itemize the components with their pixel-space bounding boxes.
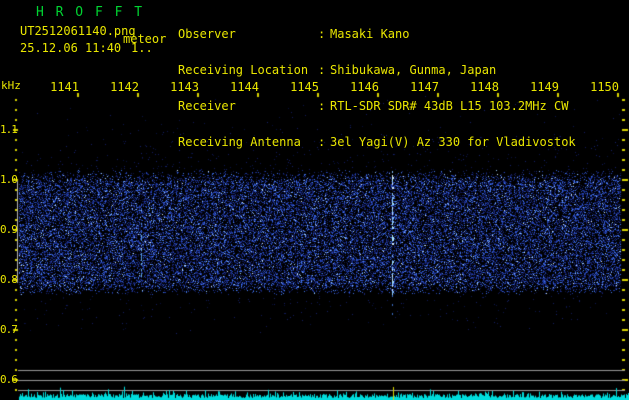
y-axis-unit: kHz <box>1 79 21 92</box>
datetime-label: 25.12.06 11:40 <box>20 41 122 55</box>
info-row-observer: Observer: Masaki Kano <box>178 28 576 40</box>
y-tick-label: 0.9 <box>0 223 18 236</box>
info-value: RTL-SDR SDR# 43dB L15 103.2MHz CW <box>330 99 569 113</box>
x-tick-label: 1150 <box>590 80 619 94</box>
x-tick-label: 1147 <box>410 80 439 94</box>
info-separator: : <box>318 27 326 41</box>
x-tick-label: 1144 <box>230 80 259 94</box>
y-tick-label: 1.1 <box>0 123 18 136</box>
info-label: Receiving Antenna <box>178 135 301 149</box>
x-tick-label: 1142 <box>110 80 139 94</box>
info-separator: : <box>318 135 326 149</box>
progress-counter: 1.. <box>131 41 153 55</box>
x-tick-label: 1143 <box>170 80 199 94</box>
info-label: Receiving Location <box>178 63 309 77</box>
x-tick-label: 1141 <box>50 80 79 94</box>
info-row-receiver: Receiver: RTL-SDR SDR# 43dB L15 103.2MHz … <box>178 100 576 112</box>
output-filename: UT2512061140.png <box>20 24 136 38</box>
info-value: 3el Yagi(V) Az 330 for Vladivostok <box>330 135 576 149</box>
info-value: Masaki Kano <box>330 27 410 41</box>
y-tick-label: 0.8 <box>0 273 18 286</box>
x-tick-label: 1145 <box>290 80 319 94</box>
info-label: Observer <box>178 27 236 41</box>
x-tick-label: 1146 <box>350 80 379 94</box>
app-title: H R O F F T <box>36 5 145 20</box>
y-tick-label: 0.6 <box>0 373 18 386</box>
info-row-location: Receiving Location: Shibukawa, Gunma, Jap… <box>178 64 576 76</box>
x-tick-label: 1148 <box>470 80 499 94</box>
x-tick-label: 1149 <box>530 80 559 94</box>
hrofft-window: H R O F F T UT2512061140.png meteor 25.1… <box>0 0 629 400</box>
y-tick-label: 0.7 <box>0 323 18 336</box>
info-label: Receiver <box>178 99 236 113</box>
info-separator: : <box>318 99 326 113</box>
info-separator: : <box>318 63 326 77</box>
info-row-antenna: Receiving Antenna:3el Yagi(V) Az 330 for… <box>178 136 576 148</box>
info-value: Shibukawa, Gunma, Japan <box>330 63 497 77</box>
y-tick-label: 1.0 <box>0 173 18 186</box>
